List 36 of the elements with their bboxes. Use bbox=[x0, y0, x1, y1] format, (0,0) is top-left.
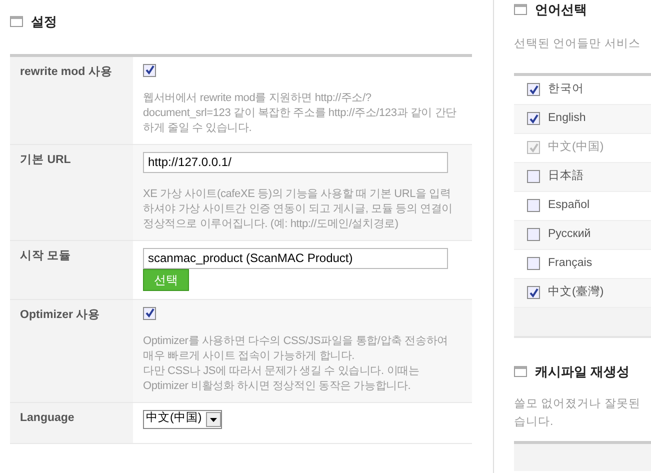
help-text: Optimizer를 사용하면 다수의 CSS/JS파일을 통합/압축 전송하여 매우 빠르게 사이트 접속이 가능하게 합니다. 다만 CSS나 JS에 따라서 문제가 생길 수 있습니다. 이때는 Optimizer 비활성화 하시면 정상적인 동작은 가능합니다. bbox=[143, 334, 449, 394]
field-label: Language bbox=[10, 402, 133, 442]
window-icon bbox=[514, 4, 527, 16]
checkbox[interactable] bbox=[143, 64, 156, 76]
window-icon bbox=[10, 16, 23, 28]
input-field[interactable]: http://127.0.0.1/ bbox=[143, 152, 448, 172]
window-icon bbox=[514, 366, 527, 377]
language-label: 中文(中国) bbox=[548, 140, 604, 156]
panel-description: 선택된 언어들만 서비스 bbox=[514, 36, 642, 52]
checkbox[interactable] bbox=[527, 170, 540, 184]
help-text: XE 가상 사이트(cafeXE 등)의 기능을 사용할 때 기본 URL을 입력하셔야 가상 사이트간 인증 연동이 되고 게시글, 모듈 등의 연결이 정상적으로 이루어집니다. (예: http://도메인/설치경로) bbox=[143, 186, 454, 232]
input-field[interactable]: scanmac_product (ScanMAC Product) bbox=[143, 248, 448, 268]
language-label: English bbox=[548, 111, 586, 126]
section-title: 언어선택 bbox=[535, 1, 587, 19]
field-label: 기본 URL bbox=[10, 144, 133, 240]
checkbox[interactable] bbox=[527, 83, 540, 96]
checkbox[interactable] bbox=[143, 306, 156, 320]
checkbox[interactable] bbox=[527, 286, 540, 300]
language-select[interactable]: 中文(中国) bbox=[143, 410, 222, 428]
language-label: 日本語 bbox=[548, 168, 584, 184]
field-label: 시작 모듈 bbox=[10, 240, 133, 298]
help-text: 웹서버에서 rewrite mod를 지원하면 http://주소/?document_srl=123 같이 복잡한 주소를 http://주소/123과 같이 간단하게 줄일 수 있습니다. bbox=[143, 90, 458, 136]
language-label: Русский bbox=[548, 227, 591, 242]
field-label: Optimizer 사용 bbox=[10, 300, 133, 402]
language-label: Español bbox=[548, 198, 590, 214]
language-label: 한국어 bbox=[548, 82, 584, 98]
checkbox[interactable] bbox=[527, 257, 540, 270]
language-label: 中文(臺灣) bbox=[548, 284, 604, 300]
checkbox[interactable] bbox=[527, 199, 540, 212]
section-title: 설정 bbox=[31, 13, 57, 31]
section-title: 캐시파일 재생성 bbox=[535, 362, 630, 381]
panel-description: 쓸모 없어졌거나 잘못된 습니다. bbox=[514, 397, 642, 430]
language-label: Français bbox=[548, 256, 592, 272]
field-label: rewrite mod 사용 bbox=[10, 56, 133, 144]
checkbox[interactable] bbox=[527, 112, 540, 126]
checkbox[interactable] bbox=[527, 228, 540, 242]
